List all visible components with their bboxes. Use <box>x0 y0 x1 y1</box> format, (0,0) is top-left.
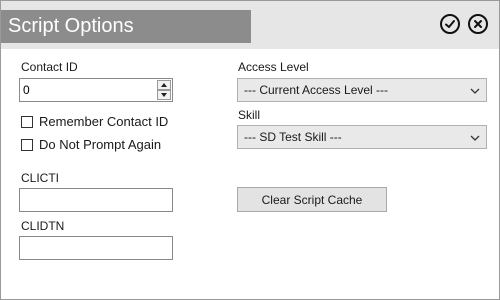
title-block: Script Options <box>1 10 251 43</box>
ok-button[interactable] <box>440 14 460 34</box>
check-icon <box>445 20 455 28</box>
window-title: Script Options <box>8 15 134 37</box>
chevron-down-icon <box>470 88 480 94</box>
remember-contact-id-checkbox[interactable] <box>21 116 33 128</box>
clicti-field[interactable] <box>19 188 173 212</box>
remember-contact-id-option[interactable]: Remember Contact ID <box>21 114 181 130</box>
chevron-down-icon <box>470 135 480 141</box>
close-icon <box>474 20 482 28</box>
access-level-selected: --- Current Access Level --- <box>244 83 389 97</box>
clidtn-label: CLIDTN <box>21 219 65 233</box>
do-not-prompt-again-label: Do Not Prompt Again <box>39 137 162 152</box>
skill-selected: --- SD Test Skill --- <box>244 130 342 144</box>
remember-contact-id-label: Remember Contact ID <box>39 114 169 129</box>
stepper-buttons <box>157 80 171 100</box>
stepper-down-button[interactable] <box>157 90 171 100</box>
do-not-prompt-again-checkbox[interactable] <box>21 139 33 151</box>
clidtn-field[interactable] <box>19 236 173 260</box>
clicti-label: CLICTI <box>21 171 60 185</box>
down-arrow-icon <box>161 93 167 97</box>
access-level-label: Access Level <box>238 60 309 74</box>
do-not-prompt-again-option[interactable]: Do Not Prompt Again <box>21 137 181 153</box>
script-options-dialog: Script Options Contact ID Remember Conta… <box>0 0 500 300</box>
up-arrow-icon <box>161 83 167 87</box>
access-level-dropdown[interactable]: --- Current Access Level --- <box>237 78 487 102</box>
clear-script-cache-button[interactable]: Clear Script Cache <box>237 187 387 212</box>
contact-id-input[interactable] <box>20 79 156 101</box>
title-bar[interactable]: Script Options <box>1 1 499 49</box>
skill-dropdown[interactable]: --- SD Test Skill --- <box>237 125 487 149</box>
contact-id-stepper[interactable] <box>19 78 173 102</box>
stepper-up-button[interactable] <box>157 80 171 90</box>
close-button[interactable] <box>468 14 488 34</box>
skill-label: Skill <box>238 108 261 122</box>
contact-id-label: Contact ID <box>21 60 78 74</box>
